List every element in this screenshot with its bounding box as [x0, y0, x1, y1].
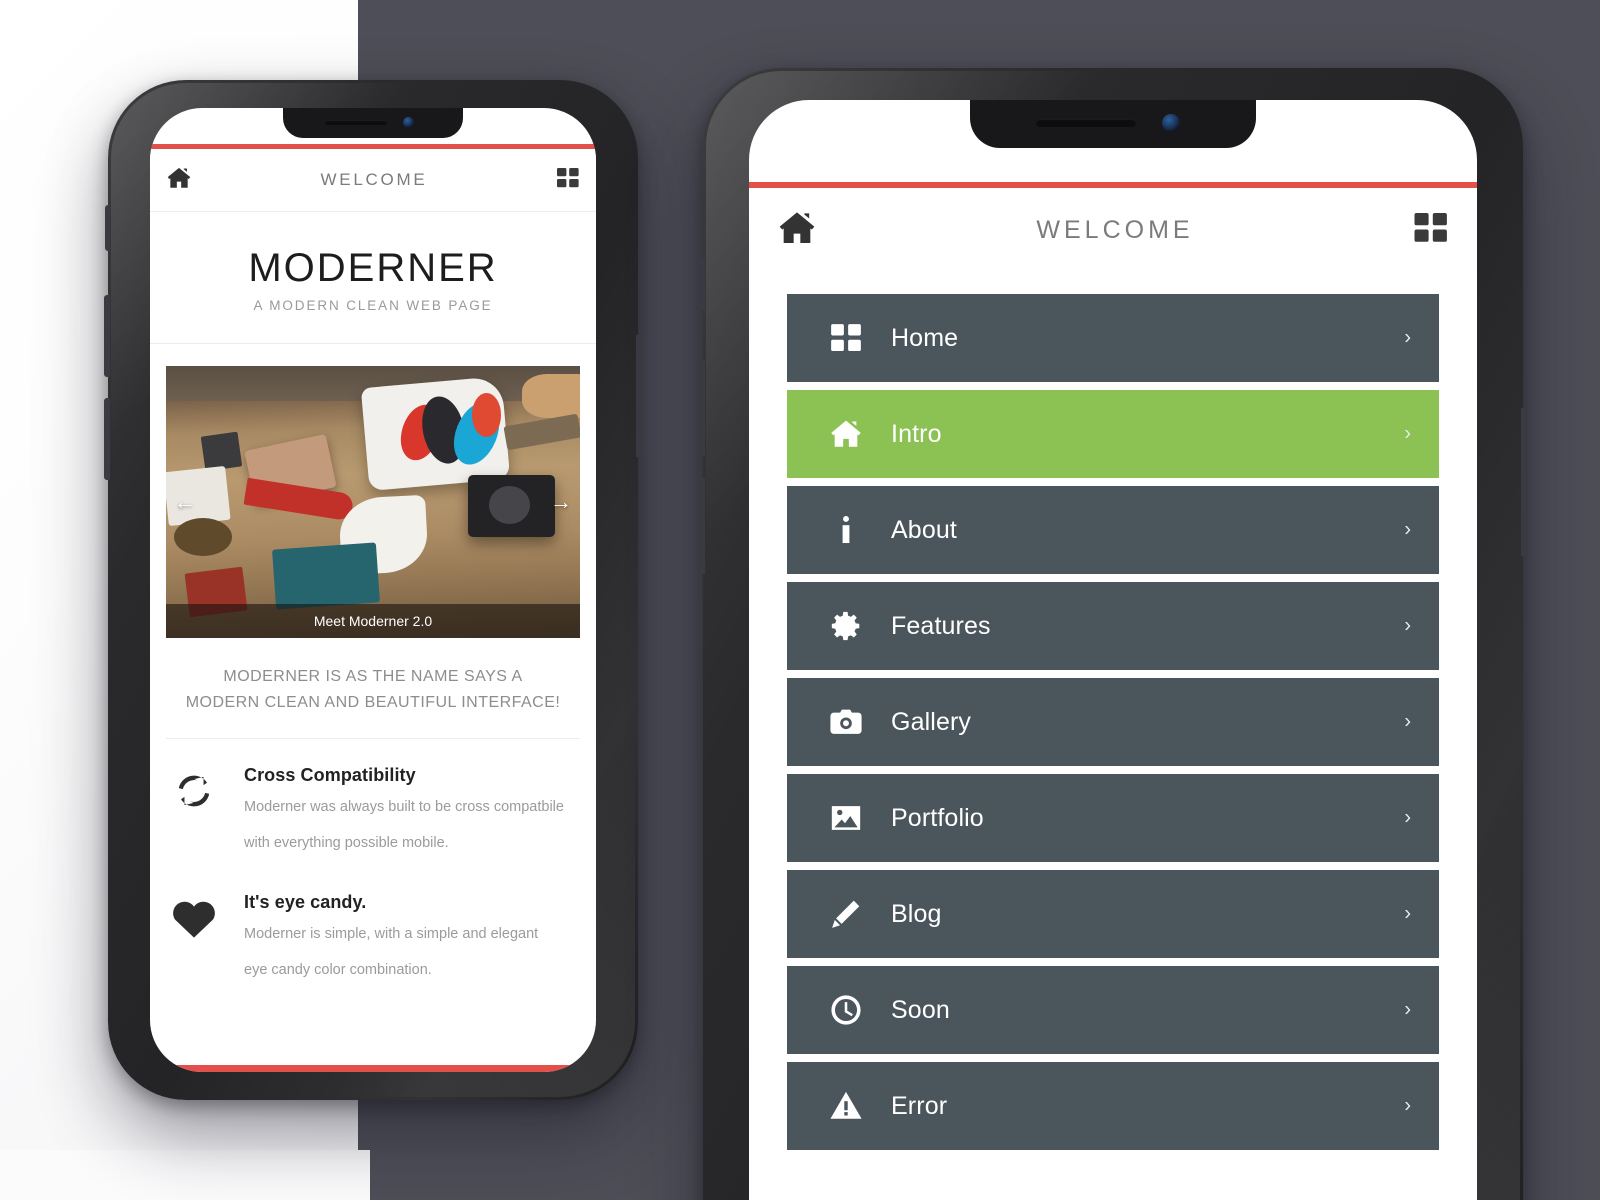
phone-screen-left: WELCOME MODERNER A MODERN CLEAN WEB PAGE	[150, 108, 596, 1072]
menu-item-label: Intro	[891, 419, 942, 448]
earpiece-speaker-icon	[1036, 119, 1136, 127]
menu-item-label: Error	[891, 1091, 948, 1120]
brand-name: MODERNER	[248, 246, 498, 290]
feature-item: It's eye candy. Moderner is simple, with…	[150, 862, 596, 989]
chevron-right-icon: ›	[1404, 326, 1411, 349]
silent-switch-left-phone[interactable]	[105, 205, 110, 251]
volume-up-button-right-phone[interactable]	[698, 360, 705, 456]
chevron-right-icon: ›	[1404, 518, 1411, 541]
grid-icon[interactable]	[1413, 210, 1449, 251]
chevron-right-icon: ›	[1404, 902, 1411, 925]
brand-block: MODERNER A MODERN CLEAN WEB PAGE	[150, 212, 596, 343]
notch-right-phone	[970, 100, 1256, 148]
tagline: MODERNER IS AS THE NAME SAYS A MODERN CL…	[150, 638, 596, 738]
chevron-right-icon: ›	[1404, 614, 1411, 637]
chevron-right-icon: ›	[1404, 710, 1411, 733]
arrow-left-icon[interactable]: ←	[170, 487, 200, 517]
chevron-right-icon: ›	[1404, 806, 1411, 829]
feature-text: Cross Compatibility Moderner was always …	[244, 765, 564, 858]
menu-item-label: Home	[891, 323, 959, 352]
volume-down-button-left-phone[interactable]	[104, 398, 110, 480]
home-icon	[829, 417, 891, 451]
feature-title: It's eye candy.	[244, 891, 367, 912]
volume-down-button-right-phone[interactable]	[698, 478, 705, 574]
feature-desc-line-2: eye candy color combination.	[244, 961, 432, 978]
page-title-right: WELCOME	[1036, 215, 1194, 244]
menu-item-gallery[interactable]: Gallery ›	[787, 678, 1439, 766]
silent-switch-right-phone[interactable]	[699, 258, 705, 310]
image-icon	[829, 801, 891, 835]
feature-desc-line-1: Moderner was always built to be cross co…	[244, 798, 564, 815]
feature-item: Cross Compatibility Moderner was always …	[150, 739, 596, 862]
chevron-right-icon: ›	[1404, 1094, 1411, 1117]
earpiece-speaker-icon	[325, 120, 387, 125]
menu-item-about[interactable]: About ›	[787, 486, 1439, 574]
warning-icon	[829, 1089, 891, 1123]
front-camera-icon	[403, 117, 414, 128]
tagline-line-2: MODERN CLEAN AND BEAUTIFUL INTERFACE!	[185, 693, 561, 711]
menu-item-label: Blog	[891, 899, 942, 928]
menu-item-label: Portfolio	[891, 803, 984, 832]
appbar-left: WELCOME	[150, 149, 596, 211]
menu-item-label: Gallery	[891, 707, 972, 736]
carousel-caption: Meet Moderner 2.0	[166, 604, 580, 638]
refresh-sync-icon	[166, 765, 222, 858]
main-navigation-menu: Home › Intro › About › Features › Gallery › Portfo…	[749, 272, 1477, 1150]
feature-desc-line-1: Moderner is simple, with a simple and el…	[244, 925, 539, 942]
heart-icon	[166, 892, 222, 985]
pencil-icon	[829, 897, 891, 931]
menu-item-error[interactable]: Error ›	[787, 1062, 1439, 1150]
menu-item-intro[interactable]: Intro ›	[787, 390, 1439, 478]
gear-icon	[829, 609, 891, 643]
feature-text: It's eye candy. Moderner is simple, with…	[244, 892, 538, 985]
grid-icon[interactable]	[556, 166, 580, 195]
feature-title: Cross Compatibility	[244, 764, 416, 785]
menu-item-home[interactable]: Home ›	[787, 294, 1439, 382]
menu-item-soon[interactable]: Soon ›	[787, 966, 1439, 1054]
menu-item-blog[interactable]: Blog ›	[787, 870, 1439, 958]
camera-icon	[829, 705, 891, 739]
home-icon[interactable]	[166, 165, 192, 196]
front-camera-icon	[1162, 114, 1180, 132]
info-icon	[829, 513, 891, 547]
hero-carousel[interactable]: ← → Meet Moderner 2.0	[166, 366, 580, 638]
grid-icon	[829, 321, 891, 355]
chevron-right-icon: ›	[1404, 998, 1411, 1021]
clock-icon	[829, 993, 891, 1027]
volume-up-button-left-phone[interactable]	[104, 295, 110, 377]
feature-desc-line-2: with everything possible mobile.	[244, 834, 449, 851]
backdrop-light-lower	[0, 1150, 370, 1200]
menu-item-label: Soon	[891, 995, 950, 1024]
menu-item-label: Features	[891, 611, 991, 640]
chevron-right-icon: ›	[1404, 422, 1411, 445]
tagline-line-1: MODERNER IS AS THE NAME SAYS A	[223, 668, 523, 685]
screenshot-stage: WELCOME MODERNER A MODERN CLEAN WEB PAGE	[0, 0, 1600, 1200]
menu-item-portfolio[interactable]: Portfolio ›	[787, 774, 1439, 862]
arrow-right-icon[interactable]: →	[546, 487, 576, 517]
appbar-right: WELCOME	[749, 188, 1477, 272]
bottom-accent-bar-left	[150, 1065, 596, 1072]
brand-divider	[150, 343, 596, 344]
page-title-left: WELCOME	[320, 170, 428, 189]
phone-mockup-right: WELCOME Home › Intro › About › Features › Galler…	[698, 68, 1528, 1200]
power-button-right-phone[interactable]	[1521, 408, 1528, 556]
home-icon[interactable]	[777, 208, 817, 253]
brand-subtitle: A MODERN CLEAN WEB PAGE	[253, 298, 493, 313]
carousel-photo-desk-workspace	[166, 366, 580, 638]
phone-mockup-left: WELCOME MODERNER A MODERN CLEAN WEB PAGE	[104, 80, 642, 1100]
menu-item-features[interactable]: Features ›	[787, 582, 1439, 670]
notch-left-phone	[283, 108, 463, 138]
phone-screen-right: WELCOME Home › Intro › About › Features › Galler…	[749, 100, 1477, 1200]
menu-item-label: About	[891, 515, 957, 544]
power-button-left-phone[interactable]	[636, 335, 642, 457]
